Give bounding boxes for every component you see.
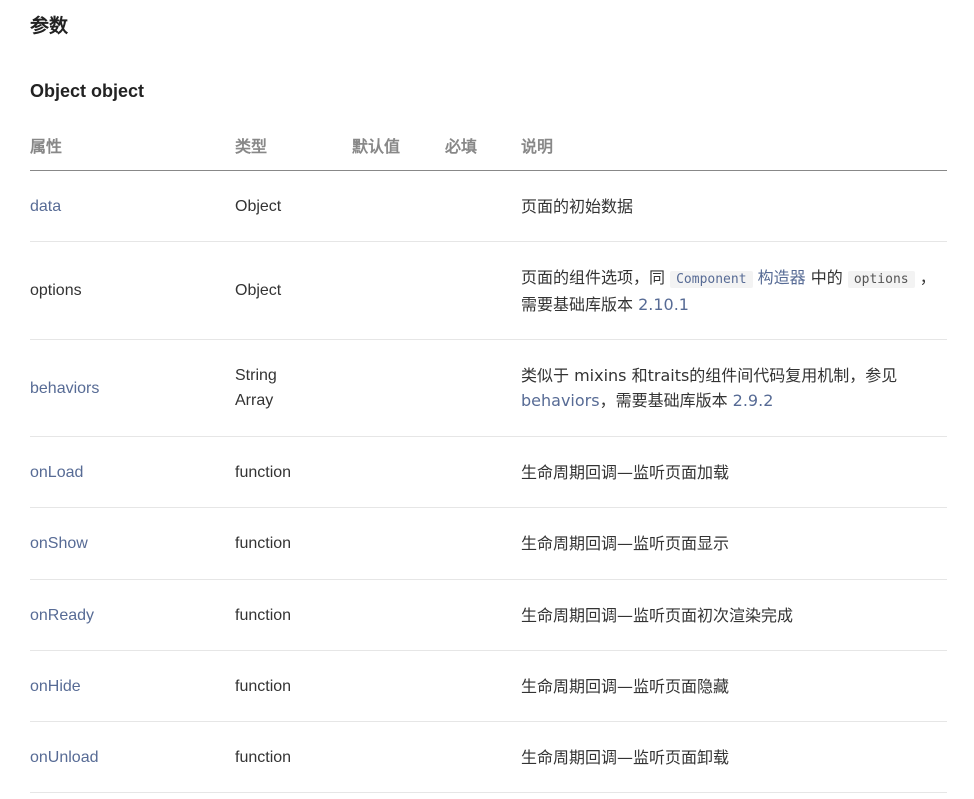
cell-default <box>352 507 445 580</box>
header-default: 默认值 <box>352 120 445 171</box>
type-value: Array <box>235 392 274 409</box>
property-options: options <box>30 282 82 299</box>
description-code: options <box>847 270 915 288</box>
description-link[interactable]: 2.9.2 <box>733 391 774 410</box>
cell-required <box>445 170 521 242</box>
cell-property: onLoad <box>30 436 235 508</box>
property-behaviors[interactable]: behaviors <box>30 380 99 397</box>
cell-default <box>352 650 445 722</box>
cell-required <box>445 579 521 651</box>
property-onload[interactable]: onLoad <box>30 464 83 481</box>
header-type: 类型 <box>235 120 352 171</box>
table-header-row: 属性 类型 默认值 必填 说明 <box>30 120 947 171</box>
description-link[interactable]: behaviors <box>521 391 600 410</box>
cell-description: 页面的组件选项，同 Component 构造器 中的 options ，需要基础… <box>521 241 947 340</box>
cell-type: function <box>235 650 352 722</box>
cell-property: onHide <box>30 650 235 722</box>
cell-type: Object <box>235 241 352 340</box>
description-text: 生命周期回调—监听页面初次渲染完成 <box>521 605 794 625</box>
cell-property: onReady <box>30 579 235 651</box>
cell-type: Object <box>235 170 352 242</box>
description-code-link[interactable]: Component <box>670 270 753 288</box>
description-link[interactable]: 构造器 <box>753 268 806 287</box>
cell-default <box>352 436 445 508</box>
table-row: options Object 页面的组件选项，同 Component 构造器 中的 … <box>30 241 947 340</box>
cell-type: function <box>235 507 352 580</box>
cell-description: 生命周期回调—监听页面显示 <box>521 507 947 580</box>
description-text: 类似于 mixins 和traits的组件间代码复用机制，参见 <box>521 366 898 385</box>
type-value: Object <box>235 197 282 215</box>
type-value: function <box>235 535 292 552</box>
type-value: function <box>235 677 292 695</box>
section-title: 参数 <box>30 15 69 37</box>
property-onready[interactable]: onReady <box>30 607 94 624</box>
cell-property: onShow <box>30 507 235 580</box>
cell-description: 生命周期回调—监听页面加载 <box>521 436 947 508</box>
cell-property: behaviors <box>30 339 235 437</box>
cell-required <box>445 241 521 340</box>
description-text: 生命周期回调—监听页面卸载 <box>521 747 730 767</box>
property-data[interactable]: data <box>30 198 61 215</box>
table-row: onHide function 生命周期回调—监听页面隐藏 <box>30 650 947 722</box>
table-body: data Object 页面的初始数据 options Object 页面的组件选项，同 … <box>30 170 947 793</box>
description-text: 生命周期回调—监听页面显示 <box>521 534 730 553</box>
table-row: onLoad function 生命周期回调—监听页面加载 <box>30 436 947 508</box>
description-text: ，需要基础库版本 <box>599 391 733 410</box>
cell-description: 生命周期回调—监听页面隐藏 <box>521 650 947 722</box>
description-text: 中的 <box>805 267 848 287</box>
cell-description: 页面的初始数据 <box>521 170 947 242</box>
cell-default <box>352 339 445 437</box>
type-value: function <box>235 463 292 481</box>
property-onhide[interactable]: onHide <box>30 678 81 695</box>
type-value: String <box>235 367 277 384</box>
property-onshow[interactable]: onShow <box>30 535 88 552</box>
cell-default <box>352 170 445 242</box>
type-value: function <box>235 748 292 766</box>
cell-description: 生命周期回调—监听页面初次渲染完成 <box>521 579 947 651</box>
property-onunload[interactable]: onUnload <box>30 749 99 766</box>
cell-default <box>352 241 445 340</box>
params-table: 属性 类型 默认值 必填 说明 data Object 页面的初始数据 options… <box>30 120 947 793</box>
table-row: onReady function 生命周期回调—监听页面初次渲染完成 <box>30 579 947 651</box>
cell-type: function <box>235 436 352 508</box>
description-text: 生命周期回调—监听页面隐藏 <box>521 676 730 696</box>
cell-default <box>352 579 445 651</box>
cell-property: options <box>30 241 235 340</box>
cell-property: data <box>30 170 235 242</box>
description-text: 页面的初始数据 <box>521 196 634 216</box>
description-text: 生命周期回调—监听页面加载 <box>521 462 730 482</box>
type-value: function <box>235 606 292 624</box>
cell-required <box>445 339 521 437</box>
cell-property: onUnload <box>30 721 235 793</box>
cell-description: 类似于 mixins 和traits的组件间代码复用机制，参见 behavior… <box>521 339 947 437</box>
table-row: onShow function 生命周期回调—监听页面显示 <box>30 507 947 580</box>
table-row: data Object 页面的初始数据 <box>30 170 947 242</box>
header-required: 必填 <box>445 120 521 171</box>
table-row: onUnload function 生命周期回调—监听页面卸载 <box>30 721 947 793</box>
cell-type: function <box>235 721 352 793</box>
cell-default <box>352 721 445 793</box>
cell-required <box>445 721 521 793</box>
cell-type: String Array <box>235 339 352 437</box>
table-row: behaviors String Array 类似于 mixins 和traits的组… <box>30 339 947 437</box>
cell-description: 生命周期回调—监听页面卸载 <box>521 721 947 793</box>
cell-required <box>445 650 521 722</box>
object-title: Object object <box>30 81 145 101</box>
header-description: 说明 <box>521 120 947 171</box>
cell-required <box>445 507 521 580</box>
header-property: 属性 <box>30 120 235 171</box>
cell-type: function <box>235 579 352 651</box>
description-link[interactable]: 2.10.1 <box>638 295 689 314</box>
description-text: 页面的组件选项，同 <box>521 267 671 287</box>
cell-required <box>445 436 521 508</box>
type-value: Object <box>235 282 282 299</box>
